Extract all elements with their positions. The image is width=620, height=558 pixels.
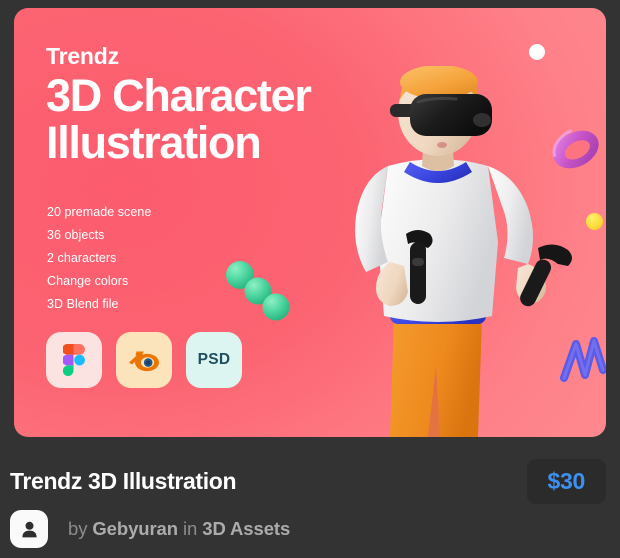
- author-mid: in: [183, 518, 198, 539]
- feature-item: 3D Blend file: [47, 297, 119, 311]
- user-avatar-icon: [21, 521, 37, 537]
- feature-item: 20 premade scene: [47, 205, 152, 219]
- title-row: Trendz 3D Illustration $30: [10, 459, 606, 504]
- hero-inner: Trendz 3D Character Illustration 20 prem…: [14, 8, 606, 437]
- figma-badge[interactable]: [46, 332, 102, 388]
- psd-badge[interactable]: PSD: [186, 332, 242, 388]
- format-badges: PSD: [46, 332, 242, 388]
- feature-item: Change colors: [47, 274, 129, 288]
- feature-item: 2 characters: [47, 251, 117, 265]
- hero-text-block: Trendz 3D Character Illustration: [46, 43, 376, 169]
- author-attribution: by Gebyuran in 3D Assets: [68, 518, 290, 540]
- feature-item: 36 objects: [47, 228, 105, 242]
- avatar[interactable]: [10, 510, 48, 548]
- author-name[interactable]: Gebyuran: [92, 518, 178, 539]
- vr-character-illustration: [332, 65, 600, 437]
- hero-headline: 3D Character Illustration: [46, 70, 312, 169]
- hero-preview-image[interactable]: Trendz 3D Character Illustration 20 prem…: [14, 8, 606, 437]
- price-badge[interactable]: $30: [526, 459, 606, 504]
- author-row: by Gebyuran in 3D Assets: [10, 510, 290, 548]
- white-sphere-icon: [529, 44, 545, 60]
- feature-list: 20 premade scene 36 objects 2 characters…: [47, 201, 151, 316]
- blender-badge[interactable]: [116, 332, 172, 388]
- figma-icon: [63, 344, 85, 376]
- product-footer: Trendz 3D Illustration $30 by Gebyuran i…: [0, 437, 620, 558]
- product-title[interactable]: Trendz 3D Illustration: [10, 468, 237, 495]
- green-spheres-icon: [224, 260, 296, 322]
- product-card[interactable]: Trendz 3D Character Illustration 20 prem…: [0, 0, 620, 558]
- blender-icon: [129, 351, 159, 372]
- hero-brand: Trendz: [46, 43, 119, 69]
- author-prefix: by: [68, 518, 88, 539]
- category-link[interactable]: 3D Assets: [202, 518, 290, 539]
- psd-label: PSD: [197, 351, 231, 368]
